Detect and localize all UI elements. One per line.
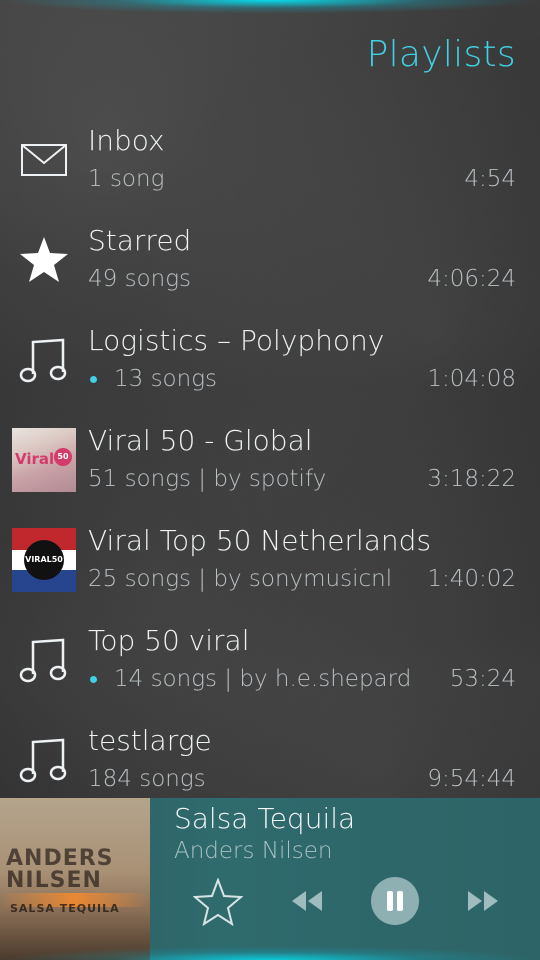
rewind-button[interactable] xyxy=(288,886,326,916)
playlist-item-viral-top-50-netherlands[interactable]: VIRAL50 Viral Top 50 Netherlands 25 song… xyxy=(0,510,540,610)
cover-badge: 50 xyxy=(54,448,72,466)
album-art-title: SALSA TEQUILA xyxy=(10,902,120,915)
playlist-duration: 53:24 xyxy=(449,666,516,692)
playlist-subtitle: 14 songs | by h.e.shepard xyxy=(88,666,411,692)
now-playing-title: Salsa Tequila xyxy=(174,802,356,835)
cover-art-viral-top-50-netherlands: VIRAL50 xyxy=(12,528,76,592)
offline-indicator xyxy=(90,375,97,383)
top-glow xyxy=(0,0,540,14)
playlist-item-inbox[interactable]: Inbox 1 song 4:54 xyxy=(0,110,540,210)
envelope-icon xyxy=(12,128,76,192)
offline-indicator xyxy=(90,675,97,683)
pause-button[interactable] xyxy=(370,876,420,926)
cover-label: Viral xyxy=(15,450,55,468)
star-outline-icon xyxy=(193,878,243,926)
playlist-name: Viral 50 - Global xyxy=(88,424,313,457)
rewind-icon xyxy=(292,891,322,911)
playlist-list: Inbox 1 song 4:54 Starred 49 songs 4:06:… xyxy=(0,110,540,810)
playlist-duration: 9:54:44 xyxy=(427,766,516,792)
bottom-glow xyxy=(0,946,540,960)
playlist-song-count: 13 songs xyxy=(114,366,217,392)
playlist-song-count: 184 songs xyxy=(88,766,206,792)
playlist-item-top-50-viral[interactable]: Top 50 viral 14 songs | by h.e.shepard 5… xyxy=(0,610,540,710)
page-title: Playlists xyxy=(366,34,516,75)
playlist-song-count: 25 songs | by sonymusicnl xyxy=(88,566,393,592)
playlist-cover: VIRAL50 xyxy=(12,528,76,592)
playlist-item-testlarge[interactable]: testlarge 184 songs 9:54:44 xyxy=(0,710,540,810)
playlist-subtitle: 49 songs xyxy=(88,266,191,292)
playlist-item-logistics-polyphony[interactable]: Logistics – Polyphony 13 songs 1:04:08 xyxy=(0,310,540,410)
album-art-artist: ANDERS NILSEN xyxy=(6,846,114,893)
cover-label: VIRAL50 xyxy=(24,540,64,580)
playlist-duration: 4:06:24 xyxy=(427,266,516,292)
music-note-icon xyxy=(12,628,76,692)
playlist-cover: Viral 50 xyxy=(12,428,76,492)
playlist-subtitle: 1 song xyxy=(88,166,164,192)
playlist-song-count: 49 songs xyxy=(88,266,191,292)
album-art[interactable]: ANDERS NILSEN SALSA TEQUILA xyxy=(0,798,150,960)
playlist-duration: 4:54 xyxy=(464,166,516,192)
playlist-item-viral-50-global[interactable]: Viral 50 Viral 50 - Global 51 songs | by… xyxy=(0,410,540,510)
playlist-song-count: 51 songs | by spotify xyxy=(88,466,327,492)
playlist-item-starred[interactable]: Starred 49 songs 4:06:24 xyxy=(0,210,540,310)
fast-forward-button[interactable] xyxy=(464,886,502,916)
playlist-name: Inbox xyxy=(88,124,165,157)
playlist-name: Viral Top 50 Netherlands xyxy=(88,524,432,557)
playlist-subtitle: 184 songs xyxy=(88,766,206,792)
playlist-duration: 3:18:22 xyxy=(427,466,516,492)
playlist-song-count: 1 song xyxy=(88,166,165,192)
music-note-icon xyxy=(12,728,76,792)
star-icon xyxy=(12,228,76,292)
now-playing-artist: Anders Nilsen xyxy=(174,838,333,864)
playlist-song-count: 14 songs | by h.e.shepard xyxy=(114,666,412,692)
playlist-name: testlarge xyxy=(88,724,212,757)
playlist-name: Top 50 viral xyxy=(88,624,250,657)
pause-icon xyxy=(371,877,419,925)
favorite-star-button[interactable] xyxy=(192,876,244,928)
now-playing-bar[interactable]: ANDERS NILSEN SALSA TEQUILA Salsa Tequil… xyxy=(0,798,540,960)
playlist-duration: 1:04:08 xyxy=(427,366,516,392)
fast-forward-icon xyxy=(468,891,498,911)
music-note-icon xyxy=(12,328,76,392)
playlist-subtitle: 13 songs xyxy=(88,366,217,392)
cover-art-viral-50-global: Viral 50 xyxy=(12,428,76,492)
playlist-subtitle: 51 songs | by spotify xyxy=(88,466,326,492)
playlist-subtitle: 25 songs | by sonymusicnl xyxy=(88,566,392,592)
playlist-duration: 1:40:02 xyxy=(427,566,516,592)
playlist-name: Logistics – Polyphony xyxy=(88,324,385,357)
playlist-name: Starred xyxy=(88,224,192,257)
